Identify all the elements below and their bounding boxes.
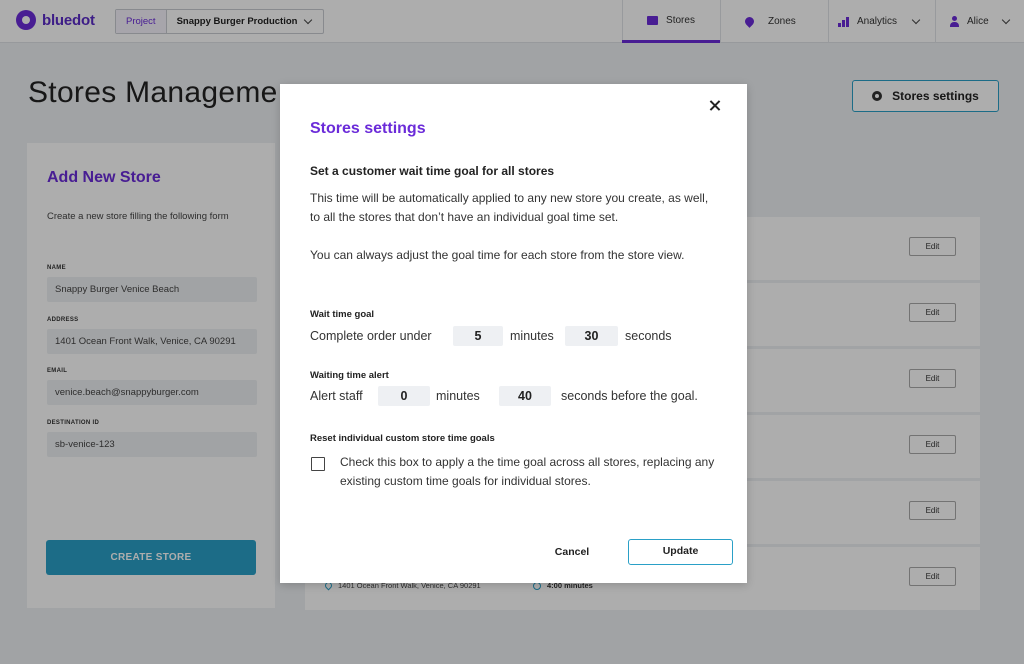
- modal-title: Stores settings: [310, 120, 426, 137]
- goal-minutes-unit: minutes: [510, 329, 554, 343]
- reset-goals-checkbox[interactable]: [311, 457, 325, 471]
- waiting-time-alert-label: Waiting time alert: [310, 370, 389, 381]
- update-button[interactable]: Update: [628, 539, 733, 565]
- wait-goal-prefix: Complete order under: [310, 329, 432, 343]
- stores-settings-modal: Stores settings Set a customer wait time…: [280, 84, 747, 583]
- alert-minutes-unit: minutes: [436, 389, 480, 403]
- goal-seconds-input[interactable]: 30: [565, 326, 618, 346]
- alert-seconds-suffix: seconds before the goal.: [561, 389, 698, 403]
- goal-minutes-input[interactable]: 5: [453, 326, 503, 346]
- modal-paragraph: You can always adjust the goal time for …: [310, 248, 685, 262]
- alert-minutes-input[interactable]: 0: [378, 386, 430, 406]
- close-icon[interactable]: [708, 99, 722, 113]
- wait-time-goal-label: Wait time goal: [310, 309, 375, 320]
- modal-heading: Set a customer wait time goal for all st…: [310, 164, 555, 178]
- modal-paragraph: This time will be automatically applied …: [310, 191, 709, 224]
- alert-seconds-input[interactable]: 40: [499, 386, 551, 406]
- reset-goals-label: Reset individual custom store time goals: [310, 433, 495, 444]
- alert-prefix: Alert staff: [310, 389, 363, 403]
- reset-goals-text: Check this box to apply a the time goal …: [340, 455, 715, 488]
- goal-seconds-unit: seconds: [625, 329, 672, 343]
- cancel-button[interactable]: Cancel: [542, 540, 602, 564]
